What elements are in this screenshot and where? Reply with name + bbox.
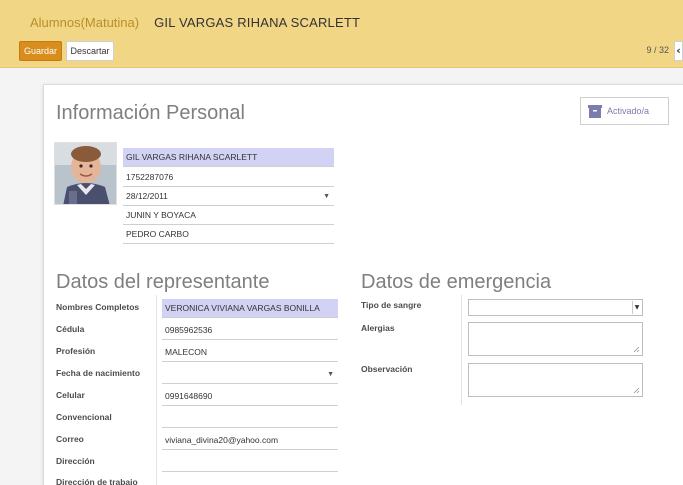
blood-type-label: Tipo de sangre [361, 300, 422, 310]
divider [461, 295, 462, 405]
caret-down-icon: ▼ [327, 371, 334, 378]
blood-type-select[interactable]: ▼ [468, 299, 643, 316]
emergency-heading: Datos de emergencia [361, 271, 552, 293]
birth-date-value: 28/12/2011 [126, 191, 168, 201]
resize-grip-icon[interactable] [633, 346, 640, 353]
rep-name-label: Nombres Completos [56, 302, 140, 312]
discard-button[interactable]: Descartar [66, 41, 114, 61]
rep-profession-label: Profesión [56, 346, 96, 356]
breadcrumb: Alumnos(Matutina) GIL VARGAS RIHANA SCARL… [30, 15, 360, 30]
rep-profession-field[interactable]: MALECON [162, 343, 338, 362]
caret-down-icon: ▼ [632, 301, 641, 314]
personal-info-heading: Información Personal [56, 102, 245, 124]
pager-value[interactable]: 9 / 32 [646, 45, 669, 55]
observation-label: Observación [361, 364, 413, 374]
breadcrumb-parent-link[interactable]: Alumnos(Matutina) [30, 15, 139, 30]
rep-mobile-label: Celular [56, 390, 85, 400]
pager-previous-button[interactable]: ‹ [674, 41, 683, 61]
rep-landline-label: Convencional [56, 412, 112, 422]
rep-address-label: Dirección [56, 456, 95, 466]
rep-landline-field[interactable] [162, 409, 338, 428]
allergies-label: Alergias [361, 323, 395, 333]
rep-birth-date-field[interactable]: ▼ [162, 365, 338, 384]
rep-id-label: Cédula [56, 324, 85, 334]
address-field[interactable]: JUNIN Y BOYACA [123, 206, 334, 225]
student-id-field[interactable]: 1752287076 [123, 168, 334, 187]
form-sheet: Activado/a Información Personal GIL VARG… [43, 84, 683, 485]
student-name-field[interactable]: GIL VARGAS RIHANA SCARLETT [123, 148, 334, 167]
resize-grip-icon[interactable] [633, 387, 640, 394]
breadcrumb-current: GIL VARGAS RIHANA SCARLETT [154, 15, 361, 30]
rep-address-field[interactable] [162, 453, 338, 472]
chevron-left-icon: ‹ [676, 44, 681, 57]
child-portrait-image [55, 143, 116, 204]
representative-heading: Datos del representante [56, 271, 270, 293]
city-field[interactable]: PEDRO CARBO [123, 225, 334, 244]
student-photo[interactable] [54, 142, 117, 205]
observation-textarea[interactable] [468, 363, 643, 397]
archive-icon [588, 105, 602, 118]
active-toggle-label: Activado/a [607, 106, 650, 116]
rep-email-label: Correo [56, 434, 84, 444]
divider [156, 295, 157, 485]
rep-id-field[interactable]: 0985962536 [162, 321, 338, 340]
rep-work-address-label: Dirección de trabajo [56, 477, 138, 485]
rep-mobile-field[interactable]: 0991648690 [162, 387, 338, 406]
rep-name-field[interactable]: VERONICA VIVIANA VARGAS BONILLA [162, 299, 338, 318]
caret-down-icon: ▼ [323, 193, 330, 200]
birth-date-field[interactable]: 28/12/2011 ▼ [123, 187, 334, 206]
rep-birth-date-label: Fecha de nacimiento [56, 368, 141, 378]
allergies-textarea[interactable] [468, 322, 643, 356]
active-toggle-button[interactable]: Activado/a [580, 97, 669, 125]
rep-email-field[interactable]: viviana_divina20@yahoo.com [162, 431, 338, 450]
save-button[interactable]: Guardar [19, 41, 62, 61]
control-panel: Alumnos(Matutina) GIL VARGAS RIHANA SCARL… [0, 0, 683, 68]
